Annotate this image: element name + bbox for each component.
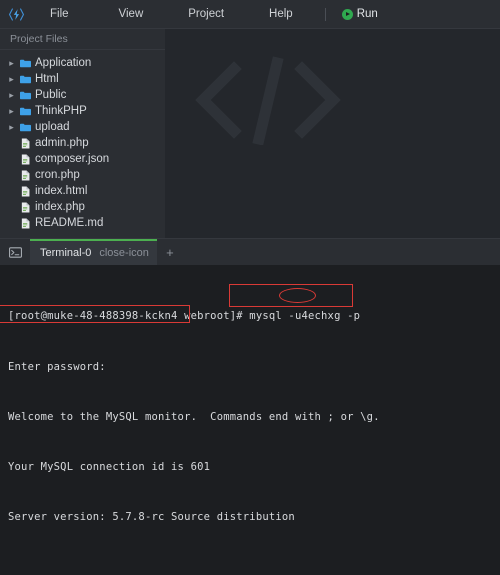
tree-item-index-php[interactable]: ▸ index.php bbox=[0, 199, 165, 215]
close-icon[interactable]: close-icon bbox=[97, 247, 149, 259]
terminal-line: Your MySQL connection id is 601 bbox=[8, 460, 211, 473]
file-tree: ▸ Application ▸ Html ▸ Public ▸ ThinkPHP… bbox=[0, 50, 165, 238]
tree-item-label: index.php bbox=[35, 201, 85, 213]
terminal-tab-bar: Terminal-0 close-icon + bbox=[0, 238, 500, 265]
menu-item-file[interactable]: File bbox=[44, 0, 75, 28]
tree-indent-spacer: ▸ bbox=[6, 203, 17, 212]
project-sidebar: Project Files ▸ Application ▸ Html ▸ Pub… bbox=[0, 28, 165, 238]
tree-item-html[interactable]: ▸ Html bbox=[0, 71, 165, 87]
workspace-area: Project Files ▸ Application ▸ Html ▸ Pub… bbox=[0, 28, 500, 238]
menu-item-help[interactable]: Help bbox=[263, 0, 299, 28]
tree-item-label: cron.php bbox=[35, 169, 80, 181]
tree-item-application[interactable]: ▸ Application bbox=[0, 55, 165, 71]
terminal-icon[interactable] bbox=[0, 239, 30, 265]
tree-indent-spacer: ▸ bbox=[6, 187, 17, 196]
tree-item-label: composer.json bbox=[35, 153, 110, 165]
tree-item-label: upload bbox=[35, 121, 70, 133]
chevron-right-icon[interactable]: ▸ bbox=[6, 90, 17, 100]
add-terminal-button[interactable]: + bbox=[157, 239, 183, 265]
folder-icon bbox=[17, 123, 33, 132]
terminal-line: Welcome to the MySQL monitor. Commands e… bbox=[8, 410, 380, 423]
file-icon bbox=[17, 201, 33, 213]
tree-item-label: README.md bbox=[35, 217, 104, 229]
terminal-output-area[interactable]: [root@muke-48-488398-kckn4 webroot]# mys… bbox=[0, 265, 500, 575]
file-icon bbox=[17, 169, 33, 181]
code-brackets-watermark-icon bbox=[193, 55, 343, 150]
chevron-right-icon[interactable]: ▸ bbox=[6, 122, 17, 132]
tree-item-public[interactable]: ▸ Public bbox=[0, 87, 165, 103]
chevron-right-icon[interactable]: ▸ bbox=[6, 58, 17, 68]
tree-item-label: ThinkPHP bbox=[35, 105, 87, 117]
terminal-tab-label: Terminal-0 bbox=[40, 247, 92, 259]
folder-icon bbox=[17, 59, 33, 68]
tree-item-label: Html bbox=[35, 73, 59, 85]
editor-empty-area[interactable] bbox=[165, 28, 500, 238]
tree-item-label: Application bbox=[35, 57, 92, 69]
tree-item-label: Public bbox=[35, 89, 67, 101]
tree-item-composer-json[interactable]: ▸ composer.json bbox=[0, 151, 165, 167]
tree-item-label: index.html bbox=[35, 185, 88, 197]
tree-item-label: admin.php bbox=[35, 137, 89, 149]
terminal-panel: Terminal-0 close-icon + [root@muke-48-48… bbox=[0, 238, 500, 575]
run-button[interactable]: Run bbox=[341, 8, 378, 20]
tree-item-readme-md[interactable]: ▸ README.md bbox=[0, 215, 165, 231]
chevron-right-icon[interactable]: ▸ bbox=[6, 106, 17, 116]
folder-icon bbox=[17, 75, 33, 84]
tree-indent-spacer: ▸ bbox=[6, 219, 17, 228]
terminal-line: Enter password: bbox=[8, 360, 106, 373]
terminal-tab-terminal-0[interactable]: Terminal-0 close-icon bbox=[30, 239, 157, 265]
menu-bar: File View Project Help Run bbox=[0, 0, 500, 28]
terminal-lines: [root@muke-48-488398-kckn4 webroot]# mys… bbox=[8, 275, 492, 575]
terminal-line: [root@muke-48-488398-kckn4 webroot]# mys… bbox=[8, 310, 361, 323]
tree-item-thinkphp[interactable]: ▸ ThinkPHP bbox=[0, 103, 165, 119]
app-logo-icon bbox=[0, 6, 32, 23]
tree-indent-spacer: ▸ bbox=[6, 155, 17, 164]
menu-item-project[interactable]: Project bbox=[182, 0, 230, 28]
tree-item-admin-php[interactable]: ▸ admin.php bbox=[0, 135, 165, 151]
chevron-right-icon[interactable]: ▸ bbox=[6, 74, 17, 84]
file-icon bbox=[17, 185, 33, 197]
menu-item-view[interactable]: View bbox=[113, 0, 150, 28]
menu-divider bbox=[324, 7, 326, 21]
sidebar-title: Project Files bbox=[0, 28, 165, 50]
terminal-line: Server version: 5.7.8-rc Source distribu… bbox=[8, 510, 295, 523]
tree-indent-spacer: ▸ bbox=[6, 139, 17, 148]
file-icon bbox=[17, 153, 33, 165]
play-circle-icon bbox=[341, 8, 353, 20]
tree-indent-spacer: ▸ bbox=[6, 171, 17, 180]
tree-item-upload[interactable]: ▸ upload bbox=[0, 119, 165, 135]
folder-icon bbox=[17, 91, 33, 100]
tree-item-cron-php[interactable]: ▸ cron.php bbox=[0, 167, 165, 183]
run-button-label: Run bbox=[356, 8, 378, 20]
file-icon bbox=[17, 217, 33, 229]
ide-window: File View Project Help Run Project Files… bbox=[0, 0, 500, 575]
folder-icon bbox=[17, 107, 33, 116]
file-icon bbox=[17, 137, 33, 149]
tree-item-index-html[interactable]: ▸ index.html bbox=[0, 183, 165, 199]
